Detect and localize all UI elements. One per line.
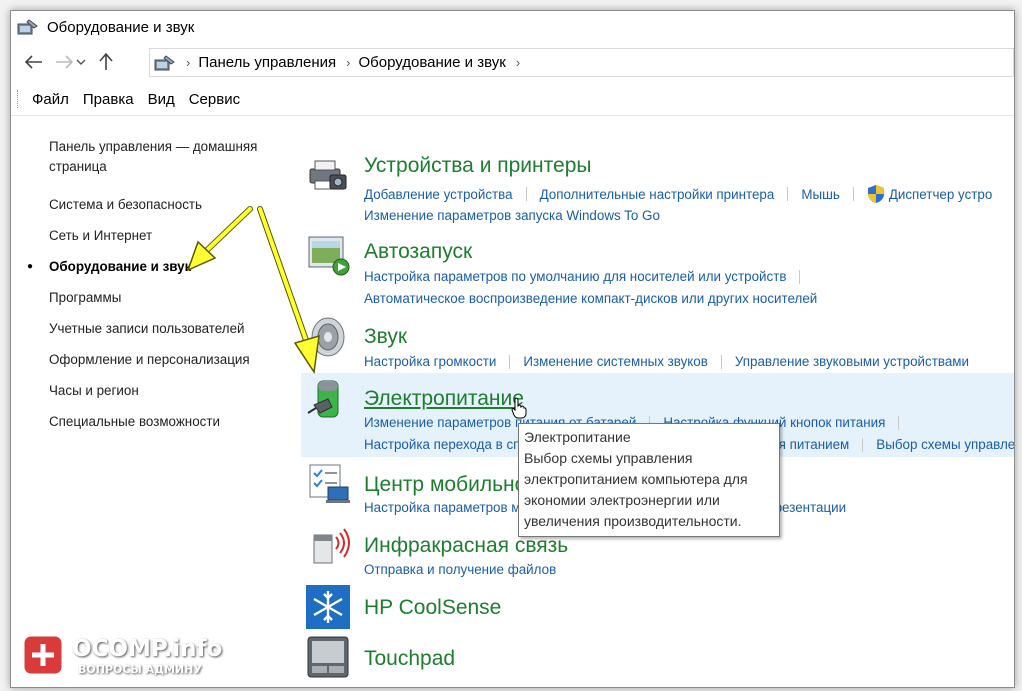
ocomp-watermark: OCOMP.info ВОПРОСЫ АДМИНУ <box>20 632 235 680</box>
arrow-to-power-icon <box>257 206 320 375</box>
annotation-arrows <box>186 206 320 375</box>
arrow-to-nav-icon <box>186 206 253 272</box>
watermark-logo-icon <box>21 633 65 677</box>
watermark-brand: OCOMP.info <box>72 636 223 662</box>
watermark-sub: ВОПРОСЫ АДМИНУ <box>78 663 202 676</box>
